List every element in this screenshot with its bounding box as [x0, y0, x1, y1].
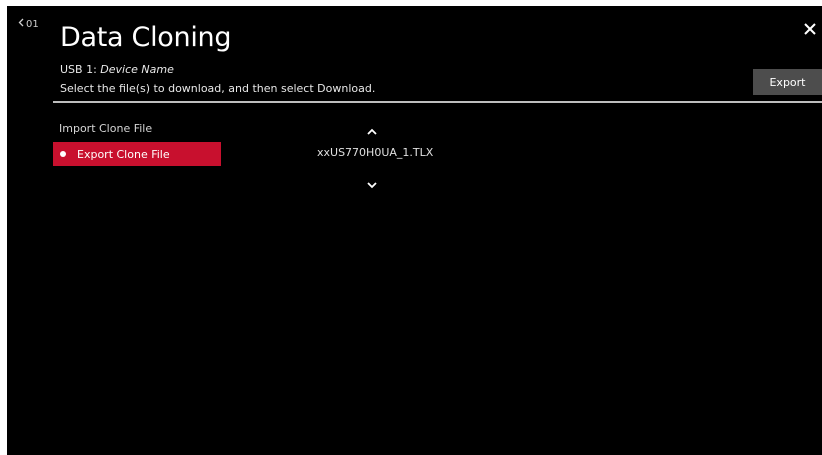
menu-item-label: Import Clone File — [59, 121, 153, 135]
menu-item-label: Export Clone File — [77, 147, 170, 161]
file-list-item[interactable]: xxUS770H0UA_1.TLX — [317, 146, 433, 159]
menu-item-import-clone-file[interactable]: Import Clone File — [53, 116, 221, 140]
close-button[interactable] — [801, 20, 819, 38]
data-cloning-screen: 01 Data Cloning USB 1: Device Name Selec… — [7, 6, 822, 455]
chevron-up-icon — [367, 128, 377, 135]
instruction-text: Select the file(s) to download, and then… — [60, 82, 376, 95]
selected-indicator-icon — [60, 151, 66, 157]
scroll-up-button[interactable] — [366, 122, 378, 135]
device-name: Device Name — [100, 63, 174, 76]
scroll-down-button[interactable] — [366, 175, 378, 189]
device-info: USB 1: Device Name — [60, 63, 174, 76]
menu-item-export-clone-file[interactable]: Export Clone File — [53, 142, 221, 166]
back-button[interactable]: 01 — [18, 18, 39, 30]
chevron-left-icon — [18, 18, 24, 30]
close-icon — [804, 23, 816, 35]
device-prefix: USB 1: — [60, 63, 101, 76]
export-button[interactable]: Export — [753, 69, 822, 95]
chevron-down-icon — [367, 182, 377, 189]
header-divider — [53, 101, 822, 103]
page-title: Data Cloning — [60, 22, 232, 53]
back-label: 01 — [26, 18, 39, 30]
